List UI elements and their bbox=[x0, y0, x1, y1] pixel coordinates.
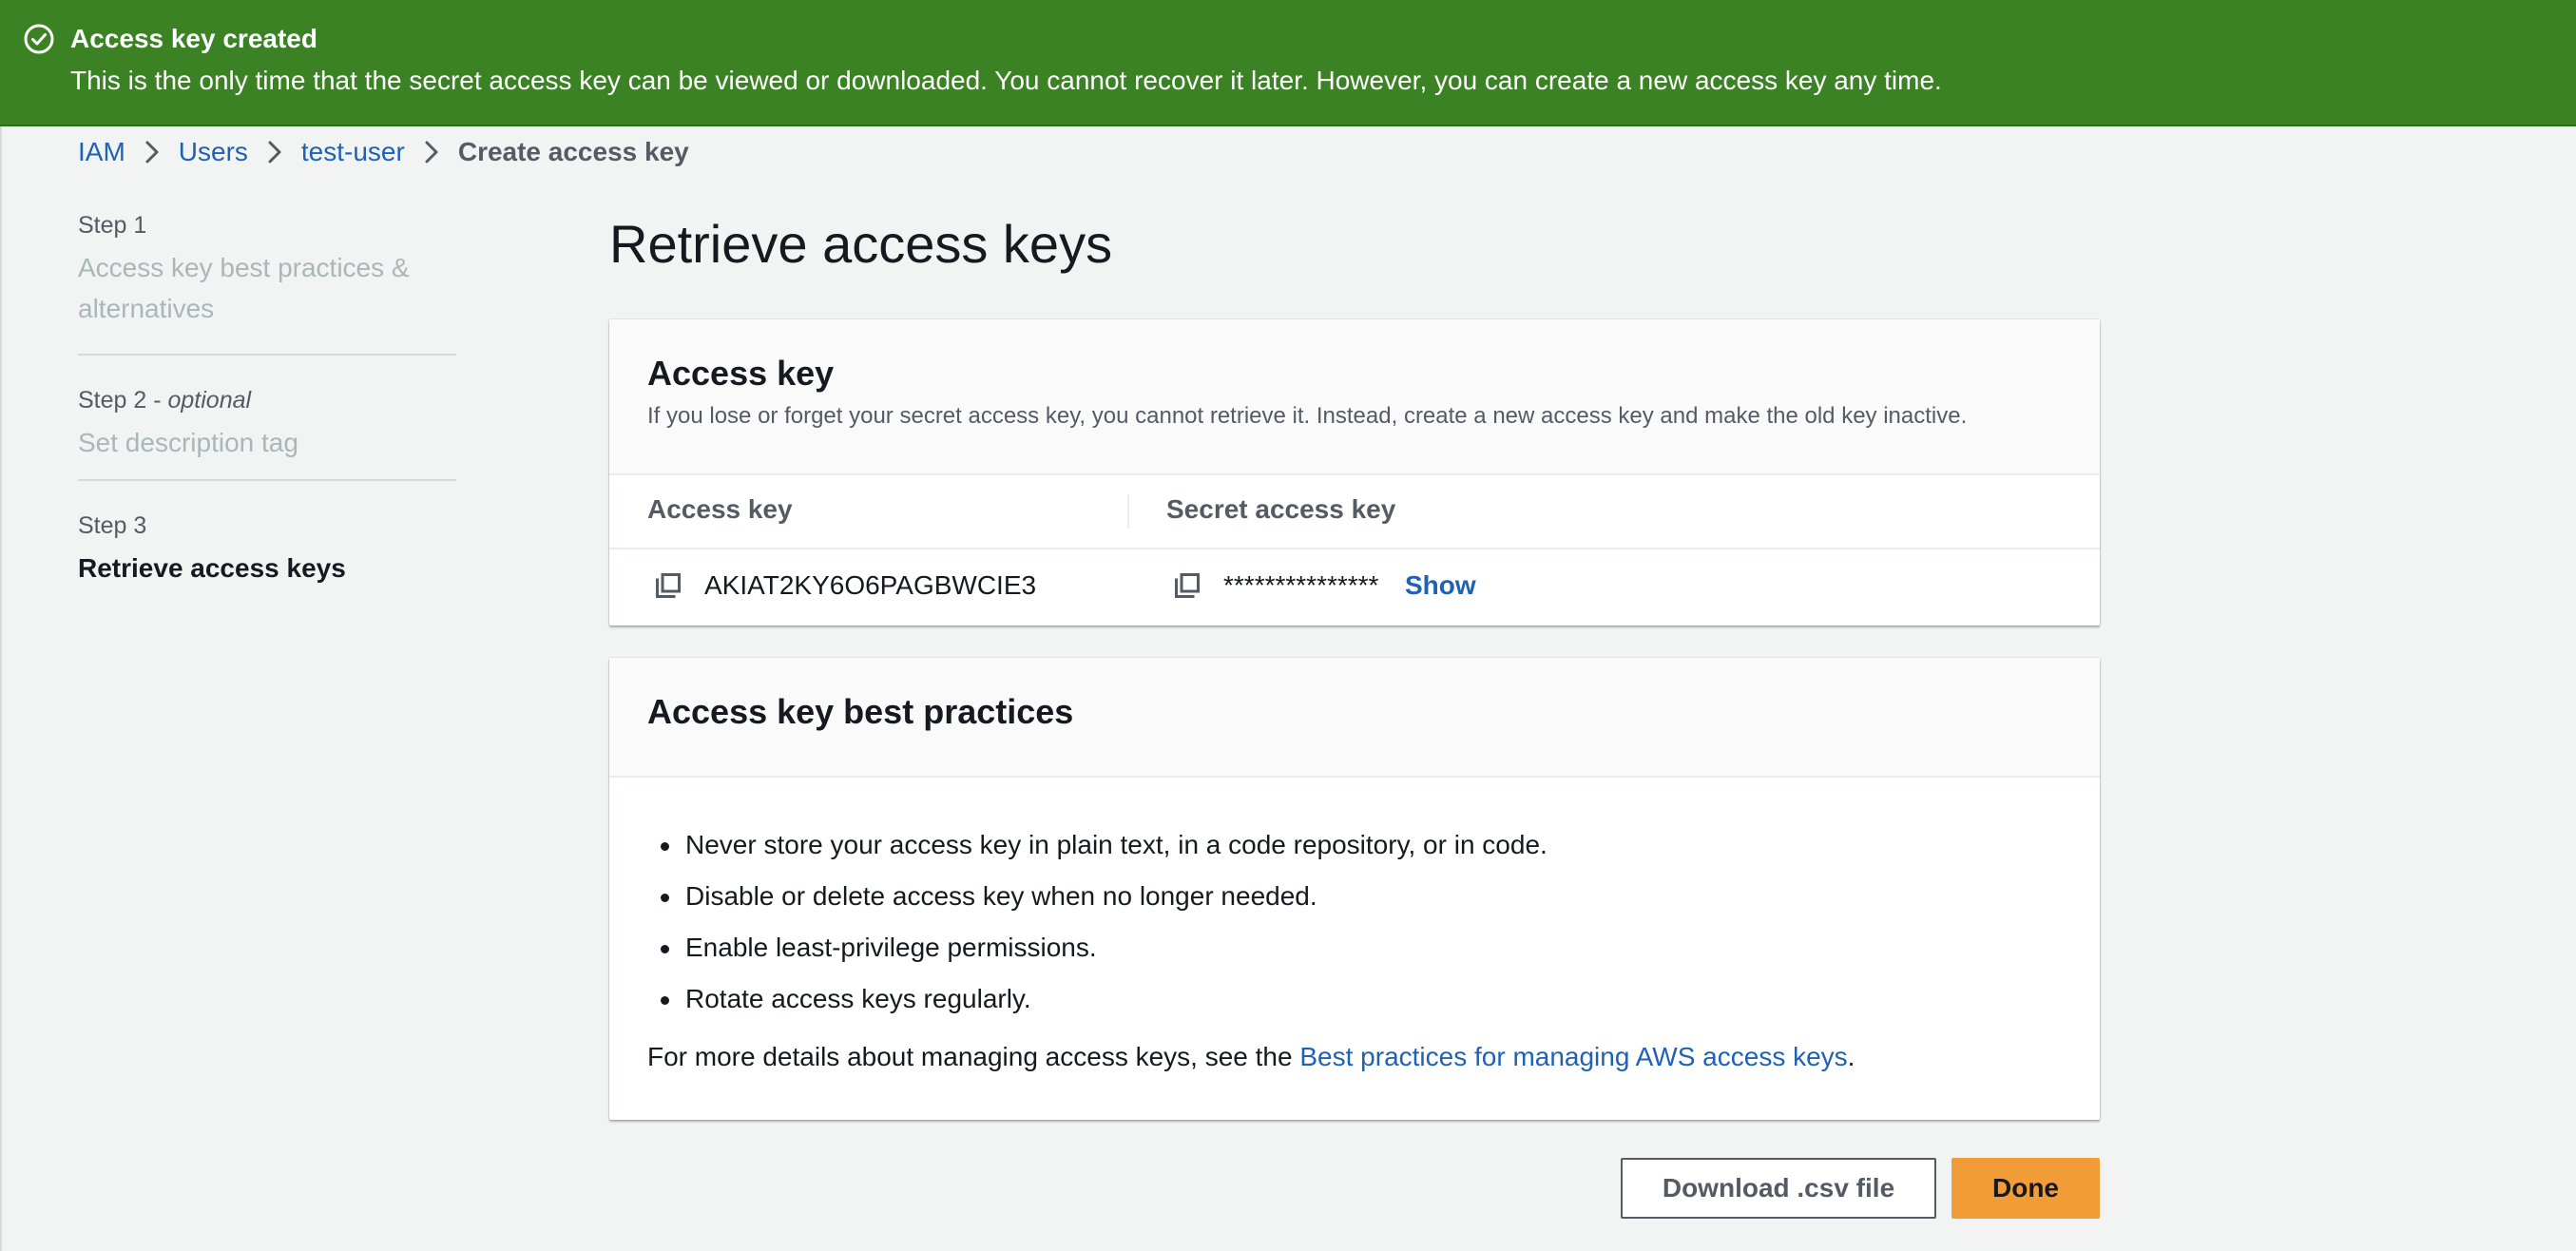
chevron-right-icon bbox=[425, 141, 438, 164]
access-key-value: AKIAT2KY6O6PAGBWCIE3 bbox=[704, 570, 1037, 600]
list-item-text: Rotate access keys regularly. bbox=[685, 984, 1031, 1013]
flash-title: Access key created bbox=[70, 24, 317, 53]
bullet-icon bbox=[661, 996, 669, 1005]
copy-icon[interactable] bbox=[655, 572, 682, 599]
breadcrumb: IAM Users test-user Create access key bbox=[78, 135, 689, 169]
wizard-steps: Step 1 Access key best practices & alter… bbox=[78, 209, 456, 588]
flash-banner: Access key created This is the only time… bbox=[0, 0, 2576, 126]
step-number: Step 3 bbox=[78, 512, 147, 539]
column-header-secret-access-key: Secret access key bbox=[1166, 494, 1396, 524]
flash-message: This is the only time that the secret ac… bbox=[70, 66, 1942, 95]
best-practices-card: Access key best practices Never store yo… bbox=[609, 658, 2100, 1120]
step-title[interactable]: Set description tag bbox=[78, 422, 456, 463]
content-left-border bbox=[0, 126, 2, 1251]
card-title: Access key bbox=[647, 354, 835, 393]
keys-table-row: AKIAT2KY6O6PAGBWCIE3 *************** Sho… bbox=[609, 549, 2100, 626]
bullet-icon bbox=[661, 894, 669, 902]
card-description: If you lose or forget your secret access… bbox=[647, 403, 1968, 429]
breadcrumb-current: Create access key bbox=[457, 137, 689, 166]
chevron-right-icon bbox=[268, 141, 281, 164]
access-key-card: Access key If you lose or forget your se… bbox=[609, 319, 2100, 626]
copy-icon[interactable] bbox=[1174, 572, 1201, 599]
step-2: Step 2 - optional Set description tag bbox=[78, 356, 456, 479]
list-item: Never store your access key in plain tex… bbox=[647, 819, 1548, 871]
show-secret-link[interactable]: Show bbox=[1405, 570, 1476, 601]
list-item-text: Enable least-privilege permissions. bbox=[685, 933, 1097, 962]
download-csv-button[interactable]: Download .csv file bbox=[1621, 1158, 1936, 1219]
keys-table-header: Access key Secret access key bbox=[609, 475, 2100, 549]
bullet-icon bbox=[661, 842, 669, 851]
done-button[interactable]: Done bbox=[1951, 1158, 2100, 1219]
footer-text: For more details about managing access k… bbox=[647, 1042, 1300, 1071]
step-number-text: Step 2 - bbox=[78, 387, 168, 414]
list-item: Enable least-privilege permissions. bbox=[647, 922, 1548, 973]
card-header: Access key If you lose or forget your se… bbox=[609, 319, 2100, 475]
best-practices-list: Never store your access key in plain tex… bbox=[647, 819, 1548, 1025]
list-item: Rotate access keys regularly. bbox=[647, 973, 1548, 1025]
card-title: Access key best practices bbox=[647, 692, 1074, 731]
step-optional-label: optional bbox=[167, 387, 252, 414]
step-number: Step 1 bbox=[78, 212, 147, 239]
column-divider bbox=[1127, 494, 1129, 529]
page-title: Retrieve access keys bbox=[609, 214, 1113, 274]
check-circle-icon bbox=[24, 24, 54, 54]
card-header: Access key best practices bbox=[609, 658, 2100, 778]
best-practices-link[interactable]: Best practices for managing AWS access k… bbox=[1299, 1042, 1847, 1071]
step-number: Step 2 - optional bbox=[78, 384, 456, 416]
breadcrumb-iam[interactable]: IAM bbox=[78, 137, 125, 167]
chevron-right-icon bbox=[145, 141, 159, 164]
step-title[interactable]: Access key best practices & alternatives bbox=[78, 247, 456, 329]
step-title-active: Retrieve access keys bbox=[78, 553, 346, 583]
column-header-access-key: Access key bbox=[647, 494, 793, 524]
list-item: Disable or delete access key when no lon… bbox=[647, 871, 1548, 922]
best-practices-footer: For more details about managing access k… bbox=[647, 1040, 1855, 1074]
secret-access-key-value: *************** bbox=[1223, 570, 1379, 600]
step-title-line2: alternatives bbox=[78, 294, 215, 323]
step-3: Step 3 Retrieve access keys bbox=[78, 481, 456, 588]
step-title-line1: Access key best practices & bbox=[78, 253, 410, 282]
list-item-text: Disable or delete access key when no lon… bbox=[685, 881, 1317, 911]
bullet-icon bbox=[661, 945, 669, 953]
step-1: Step 1 Access key best practices & alter… bbox=[78, 209, 456, 354]
footer-suffix: . bbox=[1847, 1042, 1855, 1071]
list-item-text: Never store your access key in plain tex… bbox=[685, 830, 1548, 859]
breadcrumb-test-user[interactable]: test-user bbox=[301, 137, 405, 167]
breadcrumb-users[interactable]: Users bbox=[179, 137, 248, 167]
